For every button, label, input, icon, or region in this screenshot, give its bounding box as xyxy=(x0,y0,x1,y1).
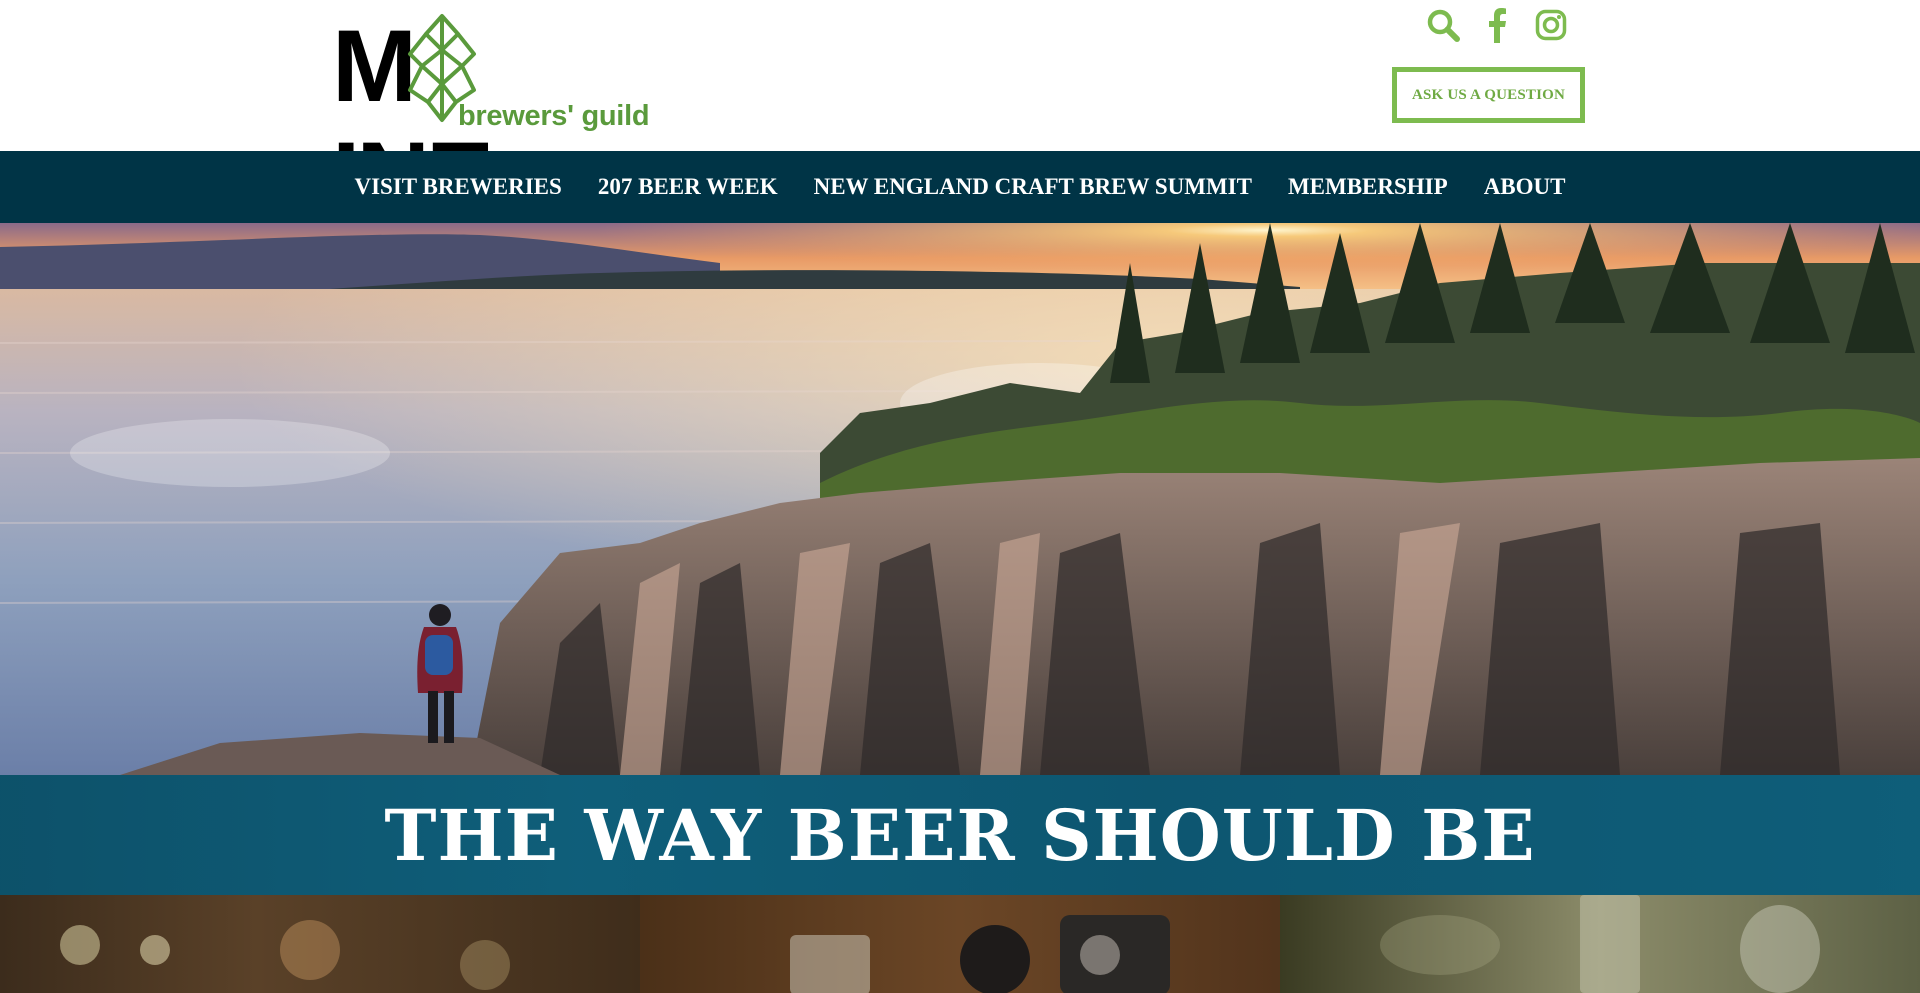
hero-image xyxy=(0,223,1920,775)
feature-tile-taps[interactable] xyxy=(1280,895,1920,993)
maine-brewers-guild-logo[interactable]: MINE brewers' guild xyxy=(332,10,650,234)
facebook-icon[interactable] xyxy=(1480,6,1514,44)
feature-tile-camera[interactable] xyxy=(640,895,1280,993)
feature-tile-brewery[interactable] xyxy=(0,895,640,993)
nav-item-craft-brew-summit[interactable]: NEW ENGLAND CRAFT BREW SUMMIT xyxy=(814,174,1252,200)
site-header: MINE brewers' guild xyxy=(0,0,1920,234)
social-links xyxy=(1426,6,1568,44)
logo-subtitle: brewers' guild xyxy=(458,100,650,132)
ask-us-a-question-button[interactable]: ASK US A QUESTION xyxy=(1392,67,1585,123)
hero-banner: THE WAY BEER SHOULD BE xyxy=(0,775,1920,895)
feature-tiles xyxy=(0,895,1920,993)
nav-item-about[interactable]: ABOUT xyxy=(1484,174,1566,200)
nav-item-membership[interactable]: MEMBERSHIP xyxy=(1288,174,1448,200)
instagram-icon[interactable] xyxy=(1534,6,1568,44)
hero-title: THE WAY BEER SHOULD BE xyxy=(384,793,1536,877)
nav-item-visit-breweries[interactable]: VISIT BREWERIES xyxy=(355,174,562,200)
search-icon[interactable] xyxy=(1426,6,1460,44)
nav-item-207-beer-week[interactable]: 207 BEER WEEK xyxy=(598,174,778,200)
main-nav: VISIT BREWERIES 207 BEER WEEK NEW ENGLAN… xyxy=(0,151,1920,223)
